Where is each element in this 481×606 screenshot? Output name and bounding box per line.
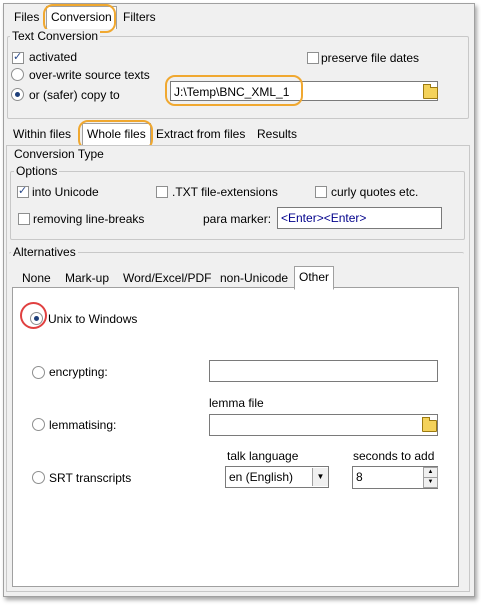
spin-down-icon[interactable]: ▼ [423, 477, 438, 488]
txt-extensions-checkbox[interactable] [156, 186, 168, 198]
tab-files[interactable]: Files [10, 7, 43, 27]
lemma-file-label: lemma file [209, 396, 264, 410]
preserve-dates-label: preserve file dates [321, 51, 420, 65]
para-marker-label: para marker: [203, 212, 272, 226]
srt-radio[interactable] [32, 471, 45, 484]
options-group [10, 171, 465, 240]
copy-path-highlight [165, 75, 303, 106]
alt-tab-non-unicode[interactable]: non-Unicode [216, 268, 292, 288]
curly-quotes-label: curly quotes etc. [331, 185, 419, 199]
copy-to-radio[interactable] [11, 88, 24, 101]
overwrite-radio[interactable] [11, 68, 24, 81]
lemma-file-input[interactable] [209, 414, 438, 436]
encrypting-input[interactable] [209, 360, 438, 382]
tab-results[interactable]: Results [253, 124, 301, 144]
para-marker-input[interactable]: <Enter><Enter> [277, 207, 442, 229]
txt-extensions-label: .TXT file-extensions [172, 185, 278, 199]
encrypting-label: encrypting: [49, 365, 108, 379]
talk-language-label: talk language [227, 449, 299, 463]
conversion-type-title: Conversion Type [12, 147, 106, 161]
curly-quotes-checkbox[interactable] [315, 186, 327, 198]
other-tab-panel [12, 287, 459, 587]
alt-tab-markup[interactable]: Mark-up [61, 268, 113, 288]
preserve-dates-checkbox[interactable] [307, 52, 319, 64]
text-conversion-title: Text Conversion [10, 29, 101, 43]
copy-to-label: or (safer) copy to [29, 88, 120, 102]
tab-filters[interactable]: Filters [119, 7, 160, 27]
unix-to-windows-label: Unix to Windows [48, 312, 138, 326]
alt-tab-none[interactable]: None [18, 268, 55, 288]
into-unicode-label: into Unicode [32, 185, 99, 199]
removing-breaks-label: removing line-breaks [33, 212, 145, 226]
talk-language-value: en (English) [229, 470, 294, 484]
activated-checkbox[interactable] [12, 50, 24, 64]
lemmatising-label: lemmatising: [49, 418, 117, 432]
alt-tab-word-excel-pdf[interactable]: Word/Excel/PDF [119, 268, 215, 288]
activated-label: activated [29, 50, 78, 64]
into-unicode-checkbox[interactable] [17, 184, 29, 198]
overwrite-label: over-write source texts [29, 68, 150, 82]
tab-within-files[interactable]: Within files [9, 124, 75, 144]
encrypting-radio[interactable] [32, 366, 45, 379]
alternatives-title: Alternatives [11, 245, 78, 259]
seconds-to-add-label: seconds to add [353, 449, 435, 463]
chevron-down-icon[interactable]: ▼ [312, 468, 328, 486]
tab-extract-from-files[interactable]: Extract from files [152, 124, 249, 144]
srt-label: SRT transcripts [49, 471, 132, 485]
alt-tab-other[interactable]: Other [294, 266, 335, 290]
options-title: Options [14, 164, 60, 178]
lemmatising-radio[interactable] [32, 418, 45, 431]
unix-radio-red-circle [20, 302, 47, 329]
removing-breaks-checkbox[interactable] [18, 213, 30, 225]
lemma-browse-folder-icon[interactable] [422, 417, 437, 432]
browse-folder-icon[interactable] [423, 84, 438, 99]
